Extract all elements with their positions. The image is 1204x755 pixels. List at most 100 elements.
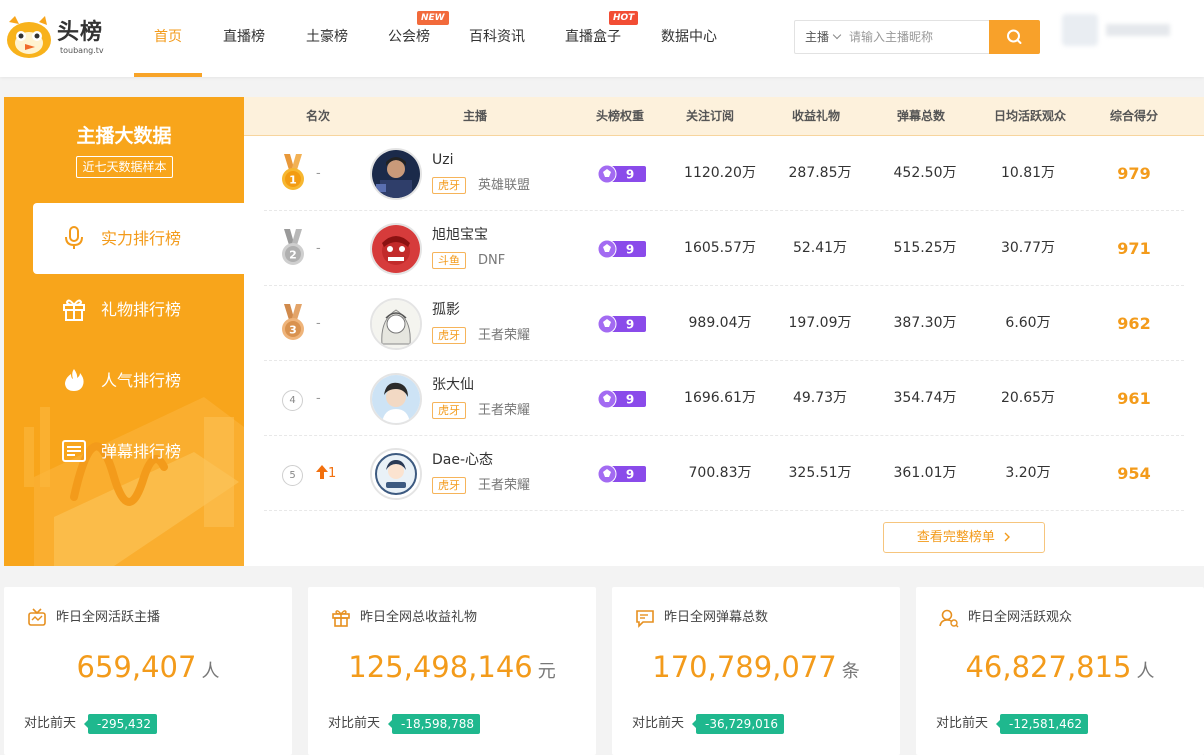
sidebar-item-label: 弹幕排行榜 xyxy=(101,442,182,461)
score-value: 961 xyxy=(1117,389,1151,408)
weight-value: 9 xyxy=(626,243,634,257)
table-row[interactable]: 2 - 旭旭宝宝 斗鱼 DNF 9 1605.57万 52.41万 515.25… xyxy=(264,211,1184,286)
sidebar-item-gift-rank[interactable]: 礼物排行榜 xyxy=(33,274,244,345)
sidebar-item-danmaku-rank[interactable]: 弹幕排行榜 xyxy=(33,416,244,487)
sidebar-item-strength-rank[interactable]: 实力排行榜 xyxy=(33,203,244,274)
avatar[interactable] xyxy=(370,148,422,200)
platform-badge: 虎牙 xyxy=(432,177,466,194)
weight-badge: 9 xyxy=(597,164,646,184)
weight-value: 9 xyxy=(626,168,634,182)
table-row[interactable]: 4 - 张大仙 虎牙 王者荣耀 9 1696.61万 49.73万 354.74… xyxy=(264,361,1184,436)
gifts-value: 197.09万 xyxy=(788,315,852,331)
header-viewers: 日均活跃观众 xyxy=(993,109,1066,123)
viewers-value: 3.20万 xyxy=(1005,465,1051,481)
gifts-value: 49.73万 xyxy=(792,390,848,406)
search-type-select[interactable]: 主播 xyxy=(795,21,847,53)
chevron-right-icon xyxy=(1004,532,1011,542)
score-value: 962 xyxy=(1117,314,1151,333)
nav-data-center[interactable]: 数据中心 xyxy=(659,0,719,77)
danmaku-icon xyxy=(62,440,86,462)
rank-trend: - xyxy=(316,166,321,181)
sidebar-subtitle: 近七天数据样本 xyxy=(76,156,173,178)
stat-value-row: 170,789,077 条 xyxy=(612,649,900,690)
site-logo[interactable]: 头榜 toubang.tv xyxy=(5,14,105,60)
rank-trend: - xyxy=(316,391,321,406)
compare-label: 对比前天 xyxy=(632,716,685,731)
new-badge: NEW xyxy=(417,11,449,25)
gifts-value: 325.51万 xyxy=(788,465,852,481)
game-category: 英雄联盟 xyxy=(478,178,531,193)
nav-live-rank[interactable]: 直播榜 xyxy=(220,0,268,77)
game-category: 王者荣耀 xyxy=(478,478,531,493)
header-rank: 名次 xyxy=(305,109,330,123)
search-input[interactable] xyxy=(849,21,989,53)
sidebar: 主播大数据 近七天数据样本 实力排行榜 礼物排行榜 人气排行榜 弹幕排行榜 xyxy=(4,97,244,566)
gift-icon xyxy=(63,299,85,321)
danmaku-value: 361.01万 xyxy=(893,465,957,481)
gifts-value: 52.41万 xyxy=(792,240,848,256)
table-row[interactable]: 3 - 孤影 虎牙 王者荣耀 9 989.04万 197.09万 387.30万… xyxy=(264,286,1184,361)
platform-badge: 虎牙 xyxy=(432,402,466,419)
delta-badge: -295,432 xyxy=(84,714,157,734)
stat-value: 659,407 xyxy=(76,650,197,684)
view-full-list-button[interactable]: 查看完整榜单 xyxy=(883,522,1045,553)
sidebar-item-label: 人气排行榜 xyxy=(101,371,182,390)
weight-value: 9 xyxy=(626,468,634,482)
compare-label: 对比前天 xyxy=(328,716,381,731)
score-value: 979 xyxy=(1117,164,1151,183)
stat-card-total-danmaku: 昨日全网弹幕总数 170,789,077 条 对比前天 -36,729,016 xyxy=(612,587,900,755)
viewers-value: 10.81万 xyxy=(1000,165,1056,181)
header-follows: 关注订阅 xyxy=(685,109,734,123)
follows-value: 1696.61万 xyxy=(684,390,756,406)
search-button[interactable] xyxy=(989,20,1040,54)
follows-value: 1605.57万 xyxy=(684,240,756,256)
microphone-icon xyxy=(65,226,83,249)
search-box: 主播 xyxy=(794,20,1040,54)
viewers-value: 20.65万 xyxy=(1000,390,1056,406)
avatar[interactable] xyxy=(370,373,422,425)
nav-rich-rank[interactable]: 土豪榜 xyxy=(303,0,351,77)
stat-label: 昨日全网活跃主播 xyxy=(56,610,161,625)
stat-card-total-gifts: 昨日全网总收益礼物 125,498,146 元 对比前天 -18,598,788 xyxy=(308,587,596,755)
nav-wiki-news[interactable]: 百科资讯 xyxy=(467,0,527,77)
stat-value: 46,827,815 xyxy=(965,650,1132,684)
search-type-label: 主播 xyxy=(805,30,830,44)
audience-icon xyxy=(939,609,959,628)
table-row[interactable]: 5 1 Dae-心态 虎牙 王者荣耀 9 700.83万 325.51万 361… xyxy=(264,436,1184,511)
live-tv-icon xyxy=(28,608,46,626)
logo-subtext: toubang.tv xyxy=(60,46,104,55)
rank-change-value: 1 xyxy=(328,466,337,481)
stat-unit: 人 xyxy=(1136,661,1155,682)
streamer-name[interactable]: 张大仙 xyxy=(432,377,474,393)
delta-badge: -18,598,788 xyxy=(387,714,481,734)
follows-value: 700.83万 xyxy=(688,465,752,481)
weight-badge: 9 xyxy=(597,314,646,334)
medal-rank-number: 3 xyxy=(289,324,297,337)
danmaku-value: 515.25万 xyxy=(893,240,957,256)
streamer-name[interactable]: Uzi xyxy=(432,152,454,168)
streamer-name[interactable]: Dae-心态 xyxy=(432,452,493,468)
stat-value-row: 46,827,815 人 xyxy=(916,649,1204,690)
rank-trend: - xyxy=(316,316,321,331)
game-category: DNF xyxy=(478,253,506,268)
platform-badge: 斗鱼 xyxy=(432,252,466,269)
table-row[interactable]: 1 - Uzi 虎牙 英雄联盟 9 1120.20万 287.85万 452.5… xyxy=(264,136,1184,211)
stat-unit: 人 xyxy=(201,661,220,682)
avatar xyxy=(1062,14,1098,46)
silver-medal-icon: 2 xyxy=(282,229,304,265)
score-value: 954 xyxy=(1117,464,1151,483)
streamer-name[interactable]: 旭旭宝宝 xyxy=(432,227,488,243)
sidebar-title: 主播大数据 xyxy=(76,125,172,147)
avatar[interactable] xyxy=(370,223,422,275)
header-gifts: 收益礼物 xyxy=(791,109,840,123)
sidebar-item-popularity-rank[interactable]: 人气排行榜 xyxy=(33,345,244,416)
ranking-table: 名次 主播 头榜权重 关注订阅 收益礼物 弹幕总数 日均活跃观众 综合得分 1 … xyxy=(244,97,1204,566)
nav-home[interactable]: 首页 xyxy=(134,0,202,77)
stat-label: 昨日全网活跃观众 xyxy=(968,610,1073,625)
avatar[interactable] xyxy=(370,448,422,500)
avatar[interactable] xyxy=(370,298,422,350)
streamer-name[interactable]: 孤影 xyxy=(432,302,460,318)
stat-unit: 条 xyxy=(841,661,860,682)
user-profile[interactable] xyxy=(1062,14,1172,48)
medal-rank-number: 2 xyxy=(289,249,297,262)
